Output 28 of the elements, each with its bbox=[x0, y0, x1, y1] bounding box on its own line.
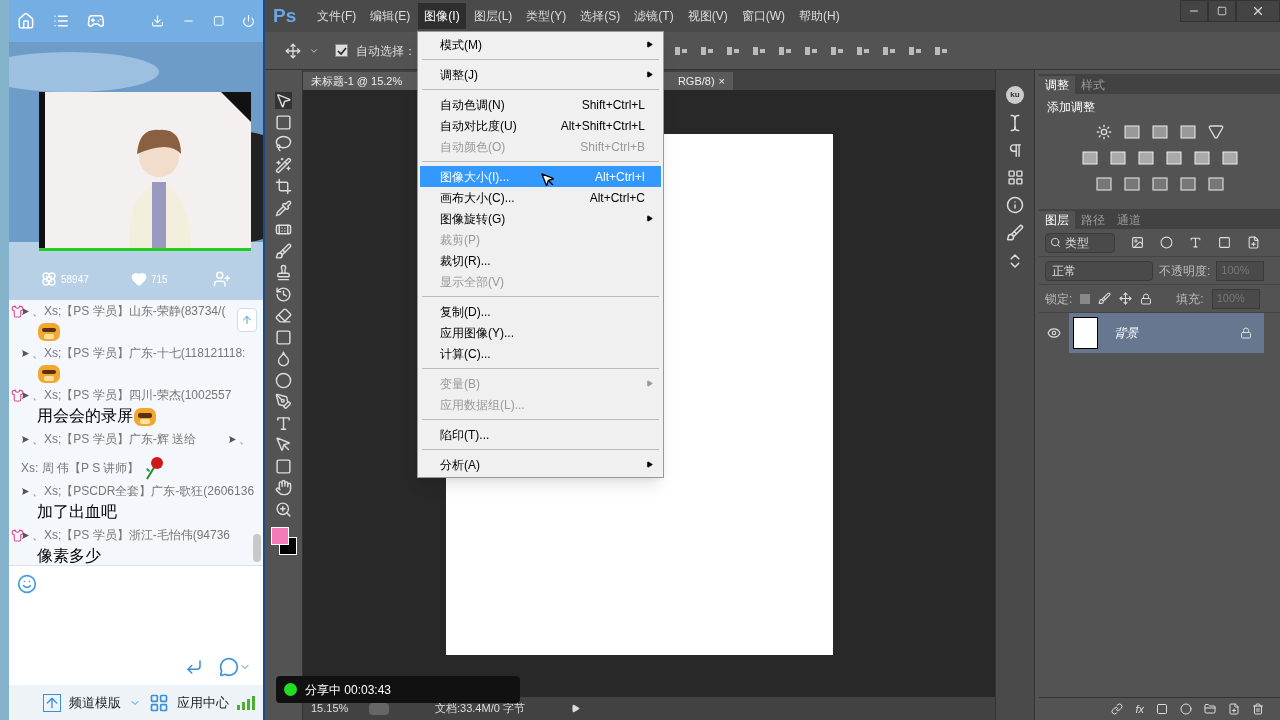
message-text: 像素多少 bbox=[37, 546, 101, 565]
lock-label: 锁定: bbox=[1045, 290, 1073, 308]
shortcut-text: Alt+Shift+Ctrl+L bbox=[560, 117, 645, 135]
recording-time: 分享中 00:03:43 bbox=[305, 681, 392, 699]
message-text: 加了出血吧 bbox=[37, 502, 117, 522]
shortcut-text: Alt+Ctrl+I bbox=[595, 168, 645, 186]
auto-select-label: 自动选择： bbox=[356, 42, 416, 60]
sender-name: 、Xs;【PS 学员】山东-荣静(83734/( bbox=[32, 303, 226, 320]
document-size: 文档:33.4M/0 字节 bbox=[435, 701, 525, 717]
shortcut-text: Shift+Ctrl+B bbox=[580, 138, 645, 156]
gift-recipient: Xs: 周 伟【P S 讲师】 bbox=[21, 460, 140, 477]
panel-heading: 添加调整 bbox=[1046, 99, 1096, 116]
document-tab-suffix: RGB/8) bbox=[677, 73, 715, 89]
gift-separator: 、 bbox=[239, 431, 251, 448]
opacity-label: 不透明度: bbox=[1159, 262, 1211, 280]
shortcut-text: Shift+Ctrl+L bbox=[581, 96, 645, 114]
app-logo: Ps bbox=[272, 3, 298, 28]
zoom-level: 15.15% bbox=[311, 701, 350, 717]
fill-label: 填充: bbox=[1176, 290, 1204, 308]
sender-name: 、Xs;【PS 学员】广东-十七(118121118: bbox=[32, 345, 246, 362]
sender-name: 、Xs;【PS 学员】广东-辉 送给 bbox=[32, 431, 196, 448]
stat-count: 58947 bbox=[61, 272, 90, 287]
message-text: 用会会的录屏 bbox=[37, 406, 133, 426]
sender-name: 、Xs;【PS 学员】四川-荣杰(1002557 bbox=[32, 387, 232, 404]
stat-count: 715 bbox=[151, 272, 168, 287]
sender-name: 、Xs;【PSCDR全套】广东-歌狂(2606136 bbox=[32, 483, 255, 500]
sender-name: 、Xs;【PS 学员】浙江-毛怡伟(94736 bbox=[32, 527, 231, 544]
shortcut-text: Alt+Ctrl+C bbox=[589, 189, 645, 207]
